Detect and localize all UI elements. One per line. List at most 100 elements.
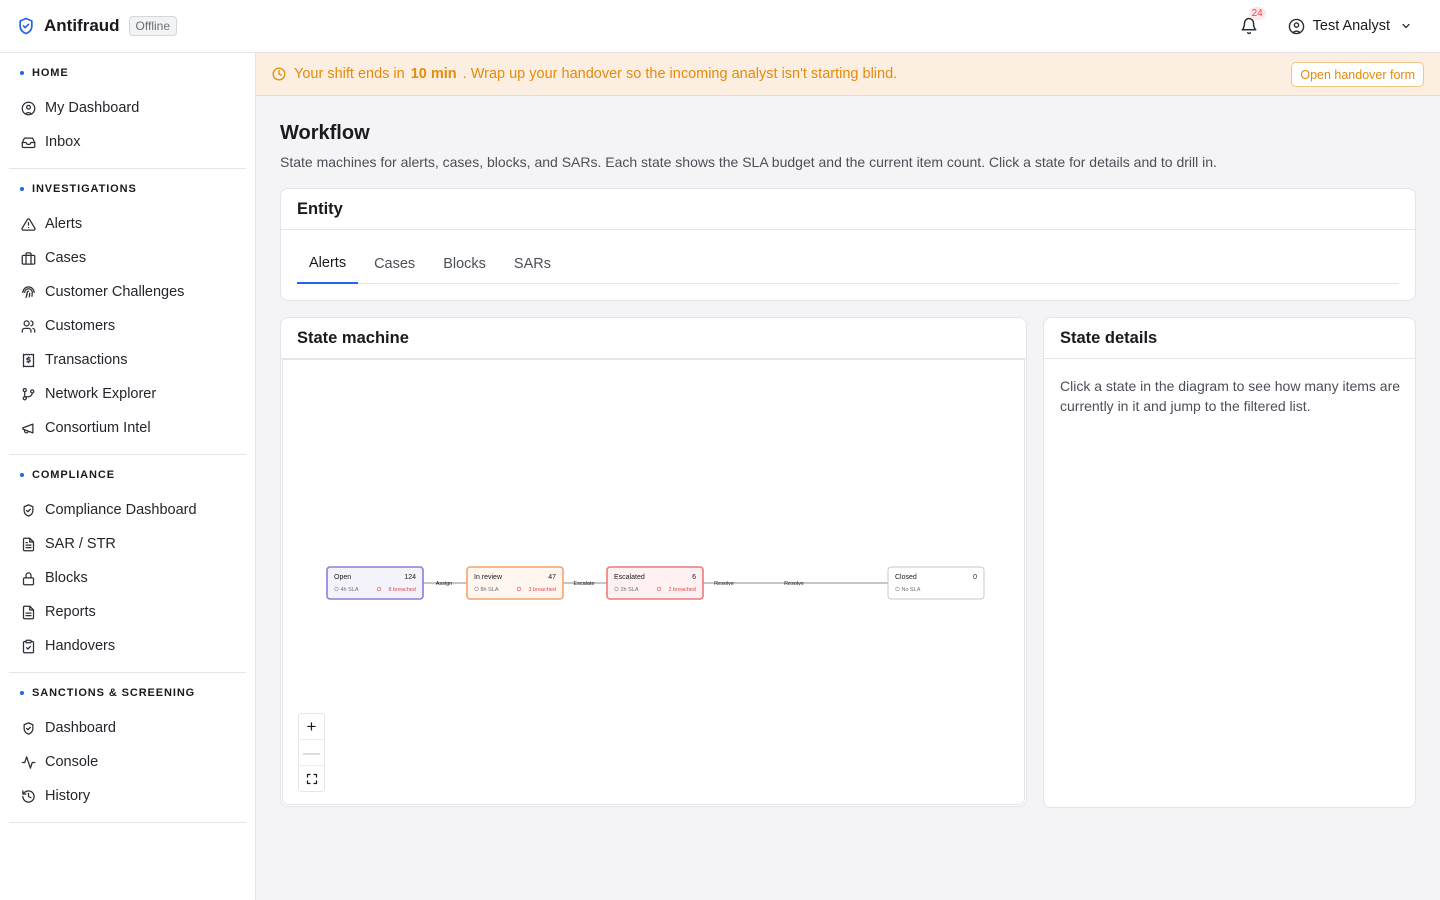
- sidebar-item-label: My Dashboard: [45, 100, 140, 116]
- open-handover-form-button[interactable]: Open handover form: [1291, 62, 1424, 87]
- state-details-card: State details Click a state in the diagr…: [1043, 317, 1416, 808]
- sidebar-item-label: Blocks: [45, 570, 88, 586]
- sidebar-section: SANCTIONS & SCREENING Dashboard Console His…: [9, 673, 246, 823]
- state-count: 6: [692, 574, 696, 581]
- edge-label: Resolve: [714, 581, 734, 587]
- state-machine-title: State machine: [281, 318, 1026, 359]
- sidebar-item-inbox[interactable]: Inbox: [9, 125, 246, 159]
- sidebar-item-label: History: [45, 788, 91, 804]
- state-machine-card: State machine Assign Escalate Resolve Resol…: [280, 317, 1027, 807]
- state-node-open[interactable]: [326, 566, 424, 600]
- notifications-button[interactable]: 24: [1238, 7, 1266, 37]
- state-sla: No SLA: [902, 587, 921, 593]
- sidebar-item-transactions[interactable]: Transactions: [9, 343, 246, 377]
- sidebar-section-heading: HOME: [20, 53, 246, 91]
- sidebar-item-label: Transactions: [45, 352, 128, 368]
- state-name: In review: [474, 574, 503, 581]
- section-dot: [20, 473, 24, 477]
- zoom-in-button[interactable]: +: [299, 714, 324, 740]
- tab-blocks[interactable]: Blocks: [431, 243, 498, 284]
- sidebar-item-label: Dashboard: [45, 720, 116, 736]
- tab-sars[interactable]: SARs: [502, 243, 563, 284]
- sidebar-item-cases[interactable]: Cases: [9, 241, 246, 275]
- sidebar-section: INVESTIGATIONS Alerts Cases Customer Challe…: [9, 169, 246, 455]
- sidebar-item-dashboard[interactable]: Dashboard: [9, 711, 246, 745]
- entity-card-title: Entity: [281, 189, 1415, 230]
- sidebar-section-heading: INVESTIGATIONS: [20, 169, 246, 207]
- state-count: 47: [548, 574, 556, 581]
- sidebar-item-label: Alerts: [45, 216, 83, 232]
- sidebar-item-handovers[interactable]: Handovers: [9, 629, 246, 663]
- state-machine-diagram: Assign Escalate Resolve Resolve Open 124 4h SL…: [326, 566, 985, 600]
- megaphone-icon: [21, 421, 36, 436]
- fit-view-icon: [306, 773, 317, 785]
- sidebar-item-label: Customers: [45, 318, 116, 334]
- sidebar-item-customer-challenges[interactable]: Customer Challenges: [9, 275, 246, 309]
- main-content: Your shift ends in 10 min. Wrap up your h…: [256, 53, 1440, 900]
- user-name: Test Analyst: [1312, 18, 1390, 34]
- sidebar-item-reports[interactable]: Reports: [9, 595, 246, 629]
- users-icon: [21, 319, 36, 334]
- shield-logo-icon: [16, 16, 36, 36]
- edge-label: Resolve: [784, 581, 804, 587]
- sidebar-item-label: SAR / STR: [45, 536, 116, 552]
- connection-status-badge: Offline: [128, 16, 178, 36]
- sidebar-item-my-dashboard[interactable]: My Dashboard: [9, 91, 246, 125]
- user-menu[interactable]: Test Analyst: [1288, 18, 1412, 35]
- sidebar-item-compliance-dashboard[interactable]: Compliance Dashboard: [9, 493, 246, 527]
- sidebar-item-label: Console: [45, 754, 99, 770]
- banner-message: Your shift ends in 10 min. Wrap up your h…: [294, 66, 898, 82]
- tab-cases[interactable]: Cases: [362, 243, 427, 284]
- sidebar-item-label: Reports: [45, 604, 96, 620]
- section-dot: [20, 71, 24, 75]
- zoom-controls: + —: [298, 713, 325, 792]
- state-name: Escalated: [614, 574, 645, 581]
- state-sla: 4h SLA: [341, 587, 359, 593]
- sidebar-item-blocks[interactable]: Blocks: [9, 561, 246, 595]
- sidebar-item-label: Customer Challenges: [45, 284, 185, 300]
- entity-card: Entity Alerts Cases Blocks SARs: [280, 188, 1416, 301]
- user-circle-icon: [21, 101, 36, 116]
- top-bar: Antifraud Offline 24 Test Analyst: [0, 0, 1440, 53]
- app-title: Antifraud: [44, 16, 120, 35]
- sidebar-item-network-explorer[interactable]: Network Explorer: [9, 377, 246, 411]
- sidebar-item-alerts[interactable]: Alerts: [9, 207, 246, 241]
- sidebar-item-customers[interactable]: Customers: [9, 309, 246, 343]
- clock-icon: [272, 67, 286, 81]
- sidebar-item-label: Network Explorer: [45, 386, 157, 402]
- state-sla: 8h SLA: [481, 587, 499, 593]
- sidebar-item-console[interactable]: Console: [9, 745, 246, 779]
- file-text-icon: [21, 537, 36, 552]
- sidebar-section: COMPLIANCE Compliance Dashboard SAR / STR B…: [9, 455, 246, 673]
- sidebar-item-history[interactable]: History: [9, 779, 246, 813]
- state-breached: 8 breached: [388, 587, 416, 593]
- history-icon: [21, 789, 36, 804]
- state-node-closed[interactable]: [887, 566, 985, 600]
- page-title: Workflow: [280, 122, 370, 144]
- tab-alerts[interactable]: Alerts: [297, 243, 359, 284]
- state-name: Open: [334, 574, 351, 581]
- edge-label: Assign: [436, 581, 453, 587]
- sidebar-item-label: Cases: [45, 250, 87, 266]
- git-branch-icon: [21, 387, 36, 402]
- state-node-escalated[interactable]: [606, 566, 704, 600]
- edge-label: Escalate: [573, 581, 594, 587]
- section-dot: [20, 187, 24, 191]
- sidebar-item-label: Handovers: [45, 638, 116, 654]
- shift-warning-banner: Your shift ends in 10 min. Wrap up your h…: [256, 53, 1440, 96]
- sidebar-item-sar-str[interactable]: SAR / STR: [9, 527, 246, 561]
- fit-view-button[interactable]: [299, 766, 324, 792]
- state-node-in-review[interactable]: [466, 566, 564, 600]
- sidebar-section-heading: COMPLIANCE: [20, 455, 246, 493]
- user-circle-icon: [1288, 18, 1304, 34]
- state-machine-canvas[interactable]: Assign Escalate Resolve Resolve Open 124 4h SL…: [282, 359, 1025, 805]
- sidebar-item-label: Inbox: [45, 134, 81, 150]
- state-count: 124: [404, 574, 416, 581]
- sidebar-item-consortium-intel[interactable]: Consortium Intel: [9, 411, 246, 445]
- alert-triangle-icon: [21, 217, 36, 232]
- shield-check-icon: [21, 503, 36, 518]
- brand[interactable]: Antifraud Offline: [16, 16, 178, 36]
- notification-count-badge: 24: [1248, 7, 1266, 20]
- zoom-out-button[interactable]: —: [299, 740, 324, 766]
- chevron-down-icon: [1402, 23, 1410, 29]
